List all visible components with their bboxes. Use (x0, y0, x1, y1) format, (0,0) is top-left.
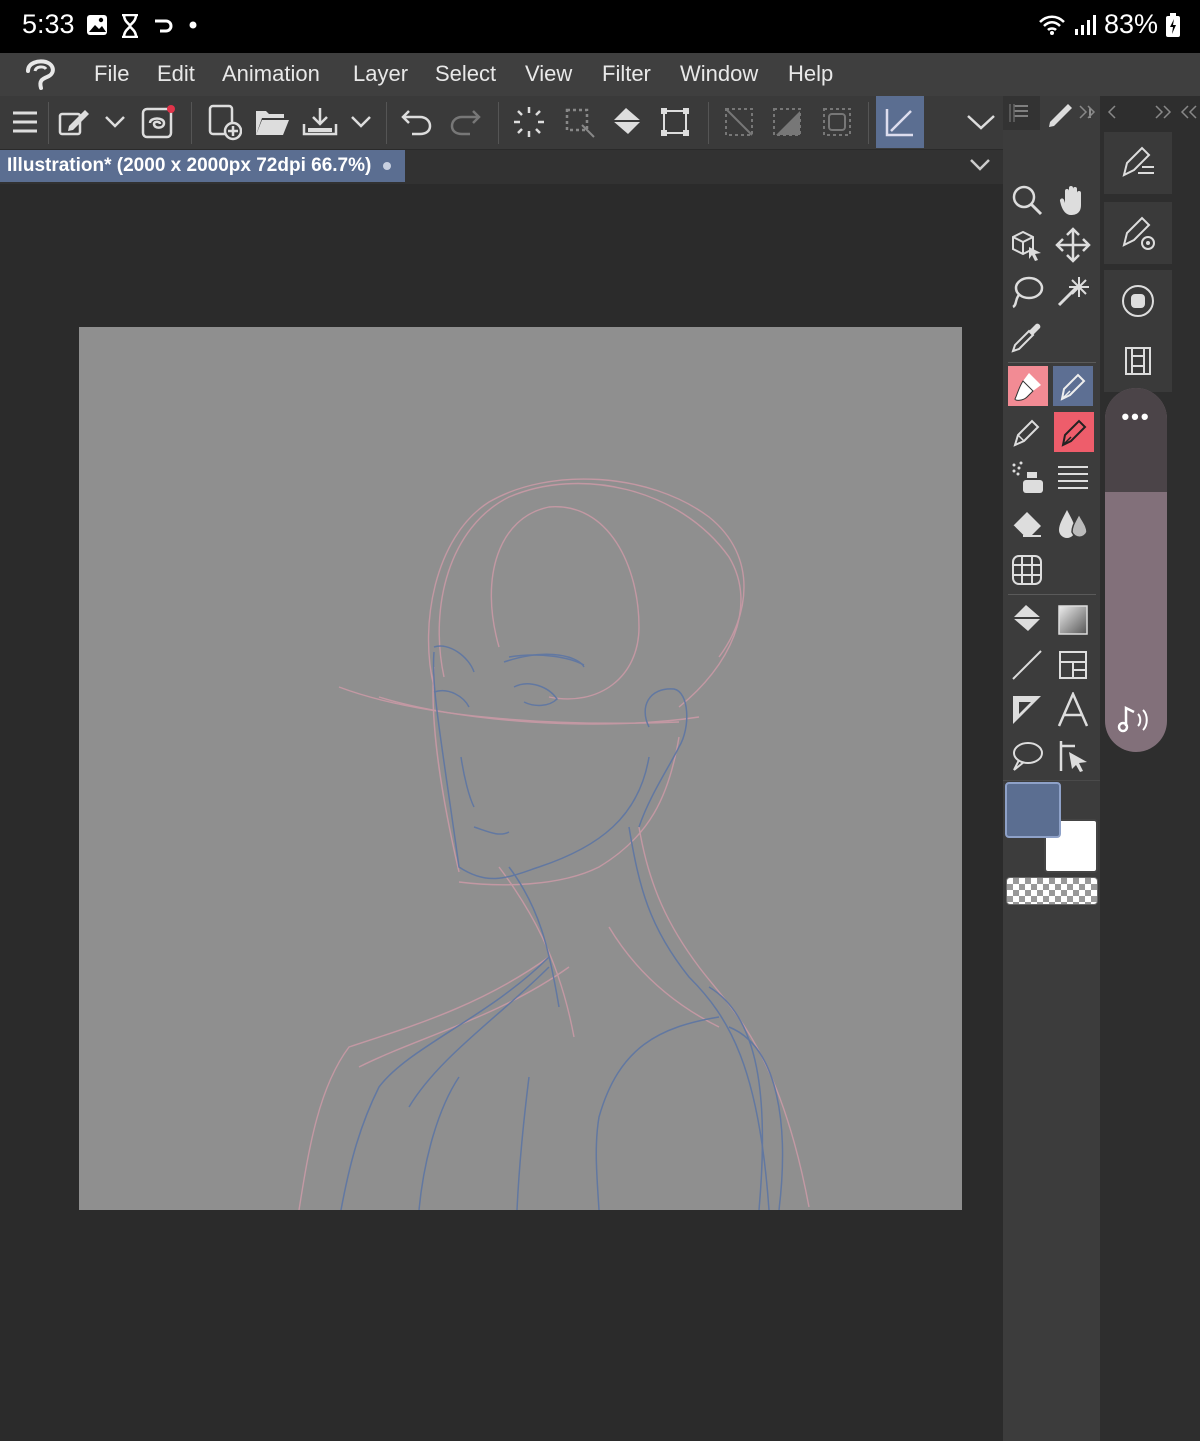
correct-line-icon[interactable] (1053, 736, 1093, 776)
battery-percent: 83% (1103, 9, 1158, 39)
edit-settings-icon[interactable] (54, 96, 94, 148)
move-icon[interactable] (1053, 225, 1093, 265)
clock: 5:33 (22, 9, 75, 39)
menu-help[interactable]: Help (788, 61, 833, 87)
chevron-down-icon[interactable] (100, 96, 130, 148)
selection-border-icon[interactable] (816, 96, 858, 148)
main-color-swatch[interactable] (1005, 782, 1061, 838)
menu-animation[interactable]: Animation (222, 61, 320, 87)
new-file-icon[interactable] (204, 96, 244, 148)
tool-property-button[interactable] (1104, 202, 1172, 264)
sound-icon[interactable] (1116, 704, 1156, 736)
redo-icon[interactable] (444, 96, 486, 148)
palette-divider (1003, 780, 1100, 781)
battery-icon (1166, 12, 1180, 37)
frame-icon[interactable] (1053, 645, 1093, 685)
menu-filter[interactable]: Filter (602, 61, 651, 87)
hatch-icon[interactable] (1053, 458, 1093, 498)
status-bar: 5:33 83% (0, 0, 1200, 53)
signal-icon (1074, 14, 1096, 36)
menu-bar: File Edit Animation Layer Select View Fi… (0, 53, 1200, 96)
more-options[interactable]: ••• (1105, 404, 1167, 430)
pencil-icon[interactable] (1007, 412, 1047, 452)
sub-tool-button[interactable] (1104, 132, 1172, 194)
chevron-down-icon[interactable] (969, 158, 991, 172)
blend-icon[interactable] (1053, 504, 1093, 544)
link-icon (152, 14, 176, 38)
eyedropper-icon[interactable] (1007, 317, 1047, 357)
ruler-icon[interactable] (1007, 690, 1047, 730)
timeline-button[interactable] (1104, 330, 1172, 392)
status-icons (86, 14, 198, 38)
menu-edit[interactable]: Edit (157, 61, 195, 87)
line-icon[interactable] (1007, 645, 1047, 685)
collapse-icon[interactable] (1106, 104, 1118, 120)
brush-size-button[interactable] (1104, 270, 1172, 332)
floating-control-bar[interactable]: ••• (1105, 388, 1167, 752)
transform-icon[interactable] (654, 96, 696, 148)
clear-icon[interactable] (718, 96, 760, 148)
deselect-icon[interactable] (558, 96, 600, 148)
magic-wand-icon[interactable] (1053, 271, 1093, 311)
drawing-canvas[interactable] (79, 327, 962, 1210)
notification-dot-icon (188, 14, 198, 38)
sketch-drawing (298, 478, 810, 1210)
hamburger-menu-icon[interactable] (6, 96, 44, 148)
menu-select[interactable]: Select (435, 61, 496, 87)
zoom-icon[interactable] (1007, 180, 1047, 220)
lasso-icon[interactable] (1007, 271, 1047, 311)
balloon-icon[interactable] (1007, 736, 1047, 776)
object-icon[interactable] (1007, 225, 1047, 265)
open-folder-icon[interactable] (252, 96, 292, 148)
mesh-icon[interactable] (1007, 550, 1047, 590)
command-bar (0, 96, 1003, 150)
menu-view[interactable]: View (525, 61, 572, 87)
unsaved-dot-icon (383, 162, 391, 170)
eraser-icon[interactable] (1007, 504, 1047, 544)
transparent-color-swatch[interactable] (1006, 877, 1098, 905)
grip-icon[interactable] (1008, 104, 1016, 122)
gallery-icon (86, 14, 108, 38)
fill-selection-icon[interactable] (766, 96, 808, 148)
gradient-icon[interactable] (1053, 600, 1093, 640)
document-title: Illustration* (2000 x 2000px 72dpi 66.7%… (7, 155, 372, 176)
collapse-right-icon[interactable] (1180, 104, 1200, 120)
chevron-down-icon[interactable] (962, 96, 1000, 148)
wifi-icon (1038, 14, 1066, 36)
undo-icon[interactable] (396, 96, 438, 148)
menu-layer[interactable]: Layer (353, 61, 408, 87)
brush-icon[interactable] (1008, 366, 1048, 406)
hand-icon[interactable] (1053, 180, 1093, 220)
chevron-down-icon[interactable] (346, 96, 376, 148)
pen-icon[interactable] (1053, 366, 1093, 406)
fill-icon[interactable] (606, 96, 648, 148)
brush-size-icon (1122, 285, 1154, 317)
companion-icon[interactable] (138, 96, 178, 148)
save-icon[interactable] (300, 96, 340, 148)
airbrush-icon[interactable] (1007, 458, 1047, 498)
document-tab[interactable]: Illustration* (2000 x 2000px 72dpi 66.7%… (0, 150, 405, 182)
panel-collapse-row (1008, 100, 1200, 126)
pen-red-icon[interactable] (1054, 412, 1094, 452)
document-tab-bar: Illustration* (2000 x 2000px 72dpi 66.7%… (0, 150, 1003, 184)
menu-file[interactable]: File (94, 61, 129, 87)
app-logo-icon[interactable] (22, 57, 62, 93)
expand-icon[interactable] (1078, 104, 1098, 120)
select-all-icon[interactable] (508, 96, 550, 148)
text-icon[interactable] (1053, 690, 1093, 730)
sub-tool-icon (1122, 146, 1154, 177)
snap-icon[interactable] (876, 96, 924, 148)
film-icon (1125, 347, 1151, 375)
tool-property-icon (1122, 216, 1155, 250)
menu-window[interactable]: Window (680, 61, 758, 87)
hourglass-icon (120, 14, 140, 38)
expand-right-icon[interactable] (1154, 104, 1174, 120)
fill-tool-icon[interactable] (1007, 600, 1047, 640)
